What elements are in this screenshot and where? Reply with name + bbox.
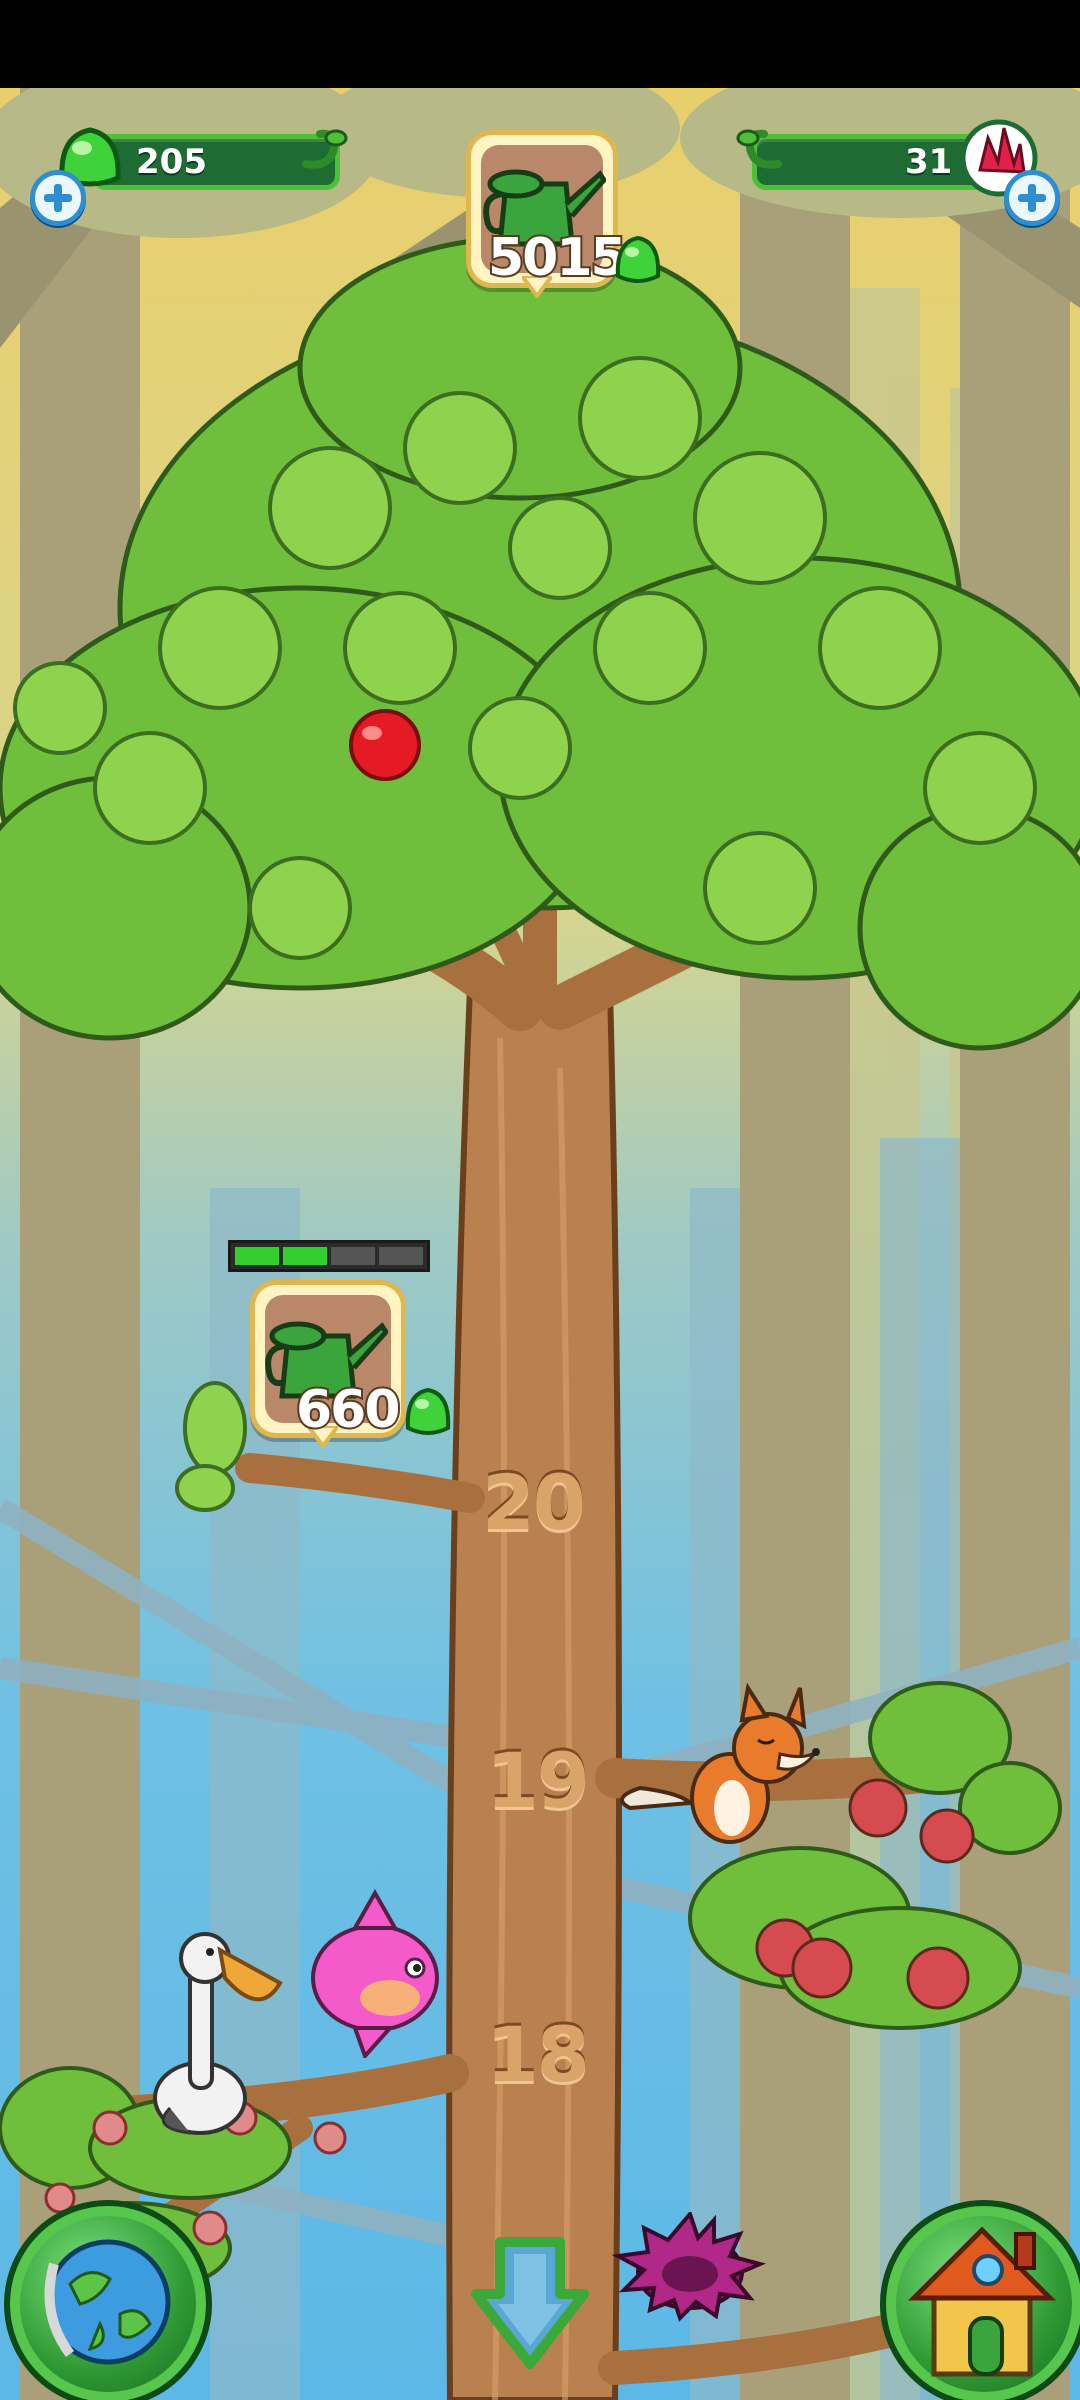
jelly-count: 205 (136, 142, 207, 182)
progress-segment (379, 1247, 423, 1265)
vine-curl-icon (302, 129, 348, 169)
game-scene: 205 31 5015 660 20 19 18 (0, 88, 1080, 2400)
crystal-count: 31 (905, 142, 953, 182)
branch-upgrade-cost: 660 (294, 1378, 403, 1442)
red-apple[interactable] (349, 709, 421, 781)
progress-segment (235, 1247, 279, 1265)
add-jelly-button[interactable] (30, 170, 86, 226)
world-map-button[interactable] (4, 2200, 212, 2400)
level-number-19: 19 (486, 1736, 590, 1825)
upgrade-progress-bar (228, 1240, 430, 1272)
top-upgrade-cost: 5015 (486, 226, 629, 290)
fox-critter[interactable] (620, 1628, 820, 1878)
house-icon (907, 2226, 1057, 2377)
crystal-bar (752, 134, 992, 190)
pelican-critter[interactable] (130, 1888, 290, 2148)
add-crystal-button[interactable] (1004, 170, 1060, 226)
vine-curl-icon (736, 129, 782, 169)
spiky-seed-critter[interactable] (610, 2212, 770, 2322)
progress-segment (283, 1247, 327, 1265)
home-button[interactable] (880, 2200, 1080, 2400)
level-number-20: 20 (482, 1458, 586, 1547)
progress-segment (331, 1247, 375, 1265)
globe-icon (44, 2239, 171, 2365)
jelly-icon (615, 235, 661, 283)
down-arrow-icon[interactable] (470, 2234, 590, 2374)
level-number-18: 18 (486, 2010, 590, 2099)
sunfish-critter[interactable] (295, 1888, 455, 2058)
jelly-icon (405, 1387, 451, 1435)
